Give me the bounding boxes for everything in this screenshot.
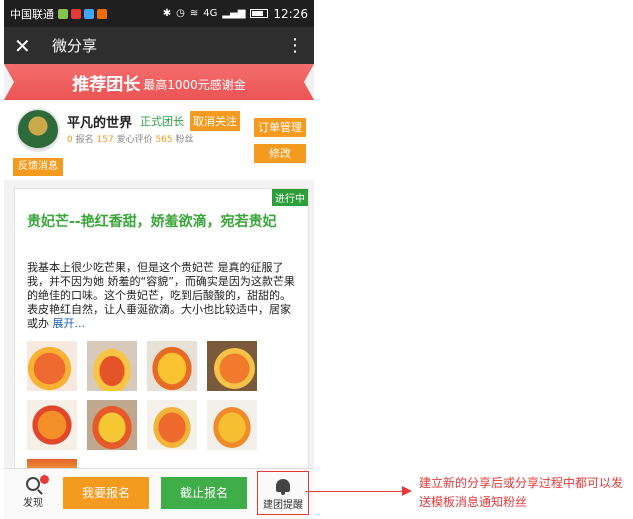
clock: 12:26 xyxy=(273,6,308,21)
close-icon[interactable]: ✕ xyxy=(14,36,38,56)
close-signup-button[interactable]: 截止报名 xyxy=(161,477,247,509)
post-title: 贵妃芒--艳红香甜，娇羞欲滴，宛若贵妃 xyxy=(27,214,277,230)
profile-name: 平凡的世界 xyxy=(67,116,133,131)
fan-count-label: 粉丝 xyxy=(175,135,194,145)
mango-photo[interactable] xyxy=(87,400,137,450)
post-card: 进行中 贵妃芒--艳红香甜，娇羞欲滴，宛若贵妃 我基本上很少吃芒果，但是这个贵妃… xyxy=(14,188,309,470)
feedback-button[interactable]: 反馈消息 xyxy=(13,158,63,176)
discover-label: 发现 xyxy=(23,498,43,509)
app-notification-icon xyxy=(58,8,68,19)
bell-icon xyxy=(276,479,290,495)
mango-photo[interactable] xyxy=(87,341,137,391)
profile-stats: 0 报名 157 爱心评价 565 粉丝 xyxy=(67,132,194,145)
review-count: 157 xyxy=(96,135,114,145)
expand-link[interactable]: 展开... xyxy=(53,317,86,330)
wifi-icon: ≋ xyxy=(189,8,199,19)
avatar[interactable] xyxy=(16,108,60,152)
banner-subline: 最高1000元感谢金 xyxy=(143,77,246,92)
alarm-icon: ◷ xyxy=(176,8,185,19)
order-management-button[interactable]: 订单管理 xyxy=(254,118,306,137)
mango-photo[interactable] xyxy=(147,341,197,391)
signup-count-label: 报名 xyxy=(75,135,94,145)
group-reminder-button[interactable]: 建团提醒 xyxy=(257,471,309,515)
review-count-label: 爱心评价 xyxy=(116,135,153,145)
status-bar-right: ✱ ◷ ≋ 4G ▂▄▆ 12:26 xyxy=(163,7,308,21)
more-menu-icon[interactable]: ⋮ xyxy=(286,36,304,55)
mango-photo[interactable] xyxy=(207,341,257,391)
signup-count: 0 xyxy=(67,135,73,145)
signal-type: 4G xyxy=(203,8,218,19)
screenshot-stage: 中国联通 ✱ ◷ ≋ 4G ▂▄▆ 12:26 ✕ 微分享 ⋮ 推荐团长 最高1… xyxy=(0,0,633,519)
promo-banner[interactable]: 推荐团长 最高1000元感谢金 xyxy=(4,64,314,100)
edit-button[interactable]: 修改 xyxy=(254,144,306,163)
app-notification-icon xyxy=(71,8,81,19)
mango-photo[interactable] xyxy=(147,400,197,450)
mango-photo[interactable] xyxy=(27,341,77,391)
discover-tab[interactable]: 发现 xyxy=(18,475,49,515)
group-reminder-label: 建团提醒 xyxy=(263,500,303,511)
profile-section: 平凡的世界 正式团长 取消关注 0 报名 157 爱心评价 565 粉丝 订单管… xyxy=(4,100,314,180)
arrow-right-icon xyxy=(402,486,412,496)
mango-photo[interactable] xyxy=(207,400,257,450)
status-badge: 进行中 xyxy=(272,189,308,206)
phone-screen: 中国联通 ✱ ◷ ≋ 4G ▂▄▆ 12:26 ✕ 微分享 ⋮ 推荐团长 最高1… xyxy=(4,0,314,519)
profile-role: 正式团长 xyxy=(140,115,184,128)
page-title: 微分享 xyxy=(52,37,98,55)
fan-count: 565 xyxy=(155,135,173,145)
annotation-note: 建立新的分享后或分享过程中都可以发送模板消息通知粉丝 xyxy=(419,476,624,509)
annotation-arrow-line xyxy=(306,491,402,492)
notification-dot-icon xyxy=(40,475,49,484)
app-notification-icon xyxy=(84,8,94,19)
mango-photo[interactable] xyxy=(27,400,77,450)
banner-headline: 推荐团长 xyxy=(72,74,141,95)
battery-icon xyxy=(250,9,269,18)
carrier-name: 中国联通 xyxy=(10,7,54,21)
bottom-action-bar: 发现 我要报名 截止报名 建团提醒 xyxy=(4,468,314,519)
title-bar: ✕ 微分享 ⋮ xyxy=(4,27,314,64)
app-notification-icon xyxy=(97,8,107,19)
status-bar: 中国联通 ✱ ◷ ≋ 4G ▂▄▆ 12:26 xyxy=(4,0,314,27)
signup-button[interactable]: 我要报名 xyxy=(63,477,149,509)
search-icon xyxy=(26,477,40,491)
signal-icon: ▂▄▆ xyxy=(222,8,246,19)
unfollow-button[interactable]: 取消关注 xyxy=(190,111,240,131)
post-body: 我基本上很少吃芒果，但是这个贵妃芒 是真的征服了我，并不因为她 娇羞的“容貌”，… xyxy=(27,261,299,331)
bluetooth-icon: ✱ xyxy=(162,8,172,19)
